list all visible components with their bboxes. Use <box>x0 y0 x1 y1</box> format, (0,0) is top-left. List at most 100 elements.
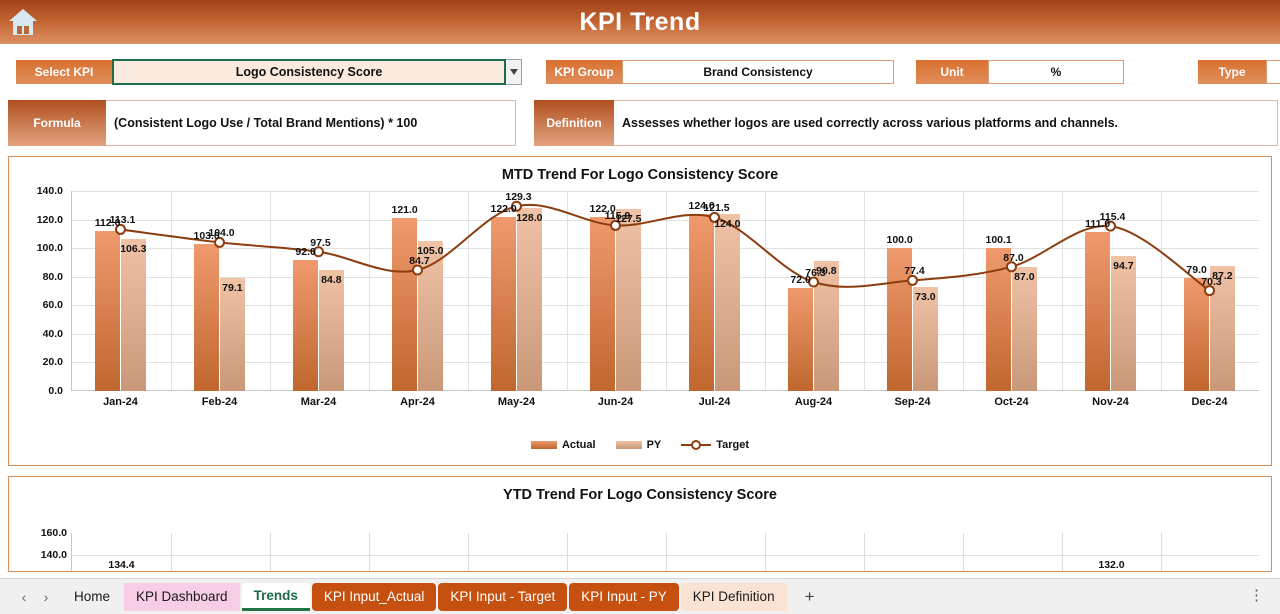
legend-swatch <box>615 441 642 449</box>
chevron-down-icon[interactable] <box>506 59 522 85</box>
data-label-actual: 100.0 <box>886 234 913 247</box>
ytd-chart-title: YTD Trend For Logo Consistency Score <box>503 487 777 503</box>
kpi-group-label: KPI Group <box>546 60 622 84</box>
mtd-x-tick: Sep-24 <box>894 396 931 408</box>
app-header: KPI Trend <box>0 0 1280 44</box>
type-value: UTB <box>1266 60 1280 84</box>
legend-label: Target <box>716 439 750 451</box>
data-label-target: 77.4 <box>904 265 925 278</box>
definition-label: Definition <box>534 100 614 146</box>
sheet-tabbar: ‹ › Home KPI Dashboard Trends KPI Input_Act… <box>0 578 1280 614</box>
data-label-py: 87.0 <box>1014 270 1035 283</box>
sheet-tab-kpi-input-actual[interactable]: KPI Input_Actual <box>311 582 437 611</box>
more-sheets-icon[interactable]: ⋮ <box>1249 588 1264 603</box>
add-sheet-button[interactable]: + <box>795 587 825 607</box>
next-sheet-icon[interactable]: › <box>36 585 56 609</box>
mtd-x-tick: Aug-24 <box>794 396 833 408</box>
legend-swatch <box>530 441 557 449</box>
data-label-py: 124.0 <box>714 217 741 230</box>
mtd-legend: Actual PY Target <box>9 439 1271 451</box>
formula-card: Formula (Consistent Logo Use / Total Bra… <box>8 100 516 146</box>
unit-label: Unit <box>916 60 988 84</box>
gridline <box>765 533 766 571</box>
unit-value: % <box>988 60 1124 84</box>
sheet-tab-kpi-input-target[interactable]: KPI Input - Target <box>438 582 568 611</box>
gridline <box>864 533 865 571</box>
mtd-x-tick: Jun-24 <box>597 396 634 408</box>
data-label-target: 87.0 <box>1003 251 1024 264</box>
mtd-x-tick: Jan-24 <box>103 396 138 408</box>
data-label-target: 129.3 <box>505 191 532 204</box>
data-label-py: 128.0 <box>516 212 543 225</box>
definition-card: Definition Assesses whether logos are us… <box>534 100 1278 146</box>
mtd-x-tick: Oct-24 <box>994 396 1029 408</box>
select-kpi-input[interactable]: Logo Consistency Score <box>112 59 506 85</box>
legend-item[interactable]: Actual <box>530 439 596 451</box>
type-field: Type UTB <box>1198 60 1280 84</box>
data-label-actual: 122.0 <box>490 202 517 215</box>
mtd-x-tick: Apr-24 <box>400 396 435 408</box>
mtd-data-labels: 112.0 106.3 113.1 103.0 79.1 104.0 92.0 84.8 97.… <box>21 191 1259 391</box>
data-label-target: 121.5 <box>703 202 730 215</box>
data-label-py: 106.3 <box>120 243 147 256</box>
unit-field: Unit % <box>916 60 1124 84</box>
legend-label: PY <box>646 439 662 451</box>
data-label-py: 94.7 <box>1113 259 1134 272</box>
kpi-group-field: KPI Group Brand Consistency <box>546 60 894 84</box>
mtd-chart-panel: MTD Trend For Logo Consistency Score 0.0… <box>8 156 1272 466</box>
mtd-x-tick: Dec-24 <box>1191 396 1228 408</box>
formula-value: (Consistent Logo Use / Total Brand Menti… <box>106 100 516 146</box>
sheet-tab-kpi-dashboard[interactable]: KPI Dashboard <box>124 582 240 611</box>
data-label-py: 84.8 <box>321 273 342 286</box>
data-label-actual: 79.0 <box>1186 264 1207 277</box>
data-label-target: 115.9 <box>604 210 631 223</box>
data-label-target: 84.7 <box>409 255 430 267</box>
ytd-plot: 140.0 160.0 134.4 132.0 <box>21 511 1259 571</box>
kpi-group-value: Brand Consistency <box>622 60 894 84</box>
data-label-target: 113.1 <box>109 214 136 227</box>
data-label-actual: 100.1 <box>985 234 1012 246</box>
mtd-x-tick: Mar-24 <box>300 396 337 408</box>
sheet-tab-trends[interactable]: Trends <box>241 582 310 611</box>
sheet-nav-arrows: ‹ › <box>14 585 56 609</box>
gridline <box>666 533 667 571</box>
data-label-target: 97.5 <box>310 236 331 249</box>
page-title: KPI Trend <box>579 7 701 36</box>
ytd-data-label: 134.4 <box>108 559 135 571</box>
ytd-y-tick: 140.0 <box>40 549 67 561</box>
data-label-target: 70.3 <box>1201 275 1222 288</box>
legend-label: Actual <box>561 439 596 451</box>
gridline <box>963 533 964 571</box>
select-kpi-group: Select KPI Logo Consistency Score <box>16 59 522 85</box>
data-label-target: 104.0 <box>208 227 235 240</box>
select-kpi-label: Select KPI <box>16 60 112 84</box>
type-label: Type <box>1198 60 1266 84</box>
gridline <box>171 533 172 571</box>
gridline <box>369 533 370 571</box>
gridline <box>270 533 271 571</box>
data-label-target: 115.4 <box>1099 211 1126 224</box>
sheet-tab-home[interactable]: Home <box>62 583 122 611</box>
prev-sheet-icon[interactable]: ‹ <box>14 585 34 609</box>
mtd-chart-title: MTD Trend For Logo Consistency Score <box>501 167 779 183</box>
sheet-tab-kpi-definition[interactable]: KPI Definition <box>680 582 787 611</box>
formula-label: Formula <box>8 100 106 146</box>
legend-item[interactable]: PY <box>615 439 662 451</box>
data-label-py: 79.1 <box>222 282 243 294</box>
ytd-grid: 134.4 132.0 <box>71 533 1259 571</box>
ytd-chart-panel: YTD Trend For Logo Consistency Score 140… <box>8 476 1272 572</box>
gridline <box>1062 533 1063 571</box>
meta-strip: Formula (Consistent Logo Use / Total Bra… <box>0 100 1280 146</box>
gridline <box>1161 533 1162 571</box>
gridline <box>468 533 469 571</box>
target-line-swatch <box>681 440 712 450</box>
definition-value: Assesses whether logos are used correctl… <box>614 100 1278 146</box>
legend-item[interactable]: Target <box>681 439 749 451</box>
mtd-x-axis: Jan-24 Feb-24 Mar-24 Apr-24 May-24 Jun-24 Jul-… <box>71 396 1259 408</box>
sheet-tab-list: Home KPI Dashboard Trends KPI Input_Actual K… <box>62 582 789 611</box>
ytd-y-tick: 160.0 <box>40 527 67 539</box>
sheet-tab-kpi-input-py[interactable]: KPI Input - PY <box>569 582 679 611</box>
gridline <box>567 533 568 571</box>
mtd-x-tick: May-24 <box>497 396 536 408</box>
data-label-actual: 121.0 <box>391 204 418 217</box>
